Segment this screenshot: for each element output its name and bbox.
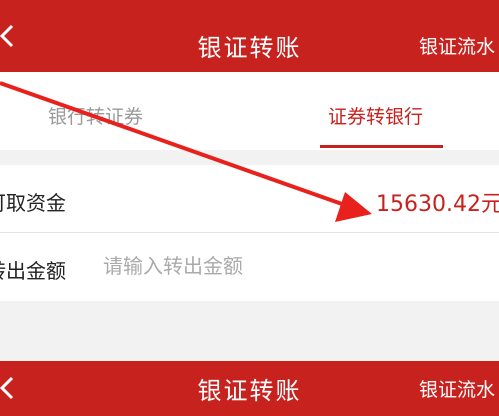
transfer-form: 可取资金 15630.42元 转出金额	[0, 165, 499, 301]
bottom-navigation-bar: 银证转账 银证流水	[0, 361, 499, 416]
tab-bank-to-securities[interactable]: 银行转证券	[48, 102, 143, 129]
tab-securities-to-bank[interactable]: 证券转银行	[328, 102, 423, 129]
transfer-amount-row: 转出金额	[0, 233, 499, 300]
available-funds-label: 可取资金	[0, 191, 66, 215]
active-tab-indicator	[320, 145, 443, 148]
transfer-amount-input[interactable]	[103, 251, 463, 281]
transfer-amount-label: 转出金额	[0, 259, 66, 283]
top-navigation-bar: 银证转账 银证流水	[0, 0, 499, 72]
transfer-history-link-duplicate[interactable]: 银证流水	[419, 375, 495, 402]
available-funds-value: 15630.42元	[376, 192, 499, 217]
transfer-history-link[interactable]: 银证流水	[419, 32, 495, 59]
available-funds-row: 可取资金 15630.42元	[0, 165, 499, 233]
transfer-direction-tabs: 银行转证券 证券转银行	[0, 72, 499, 150]
